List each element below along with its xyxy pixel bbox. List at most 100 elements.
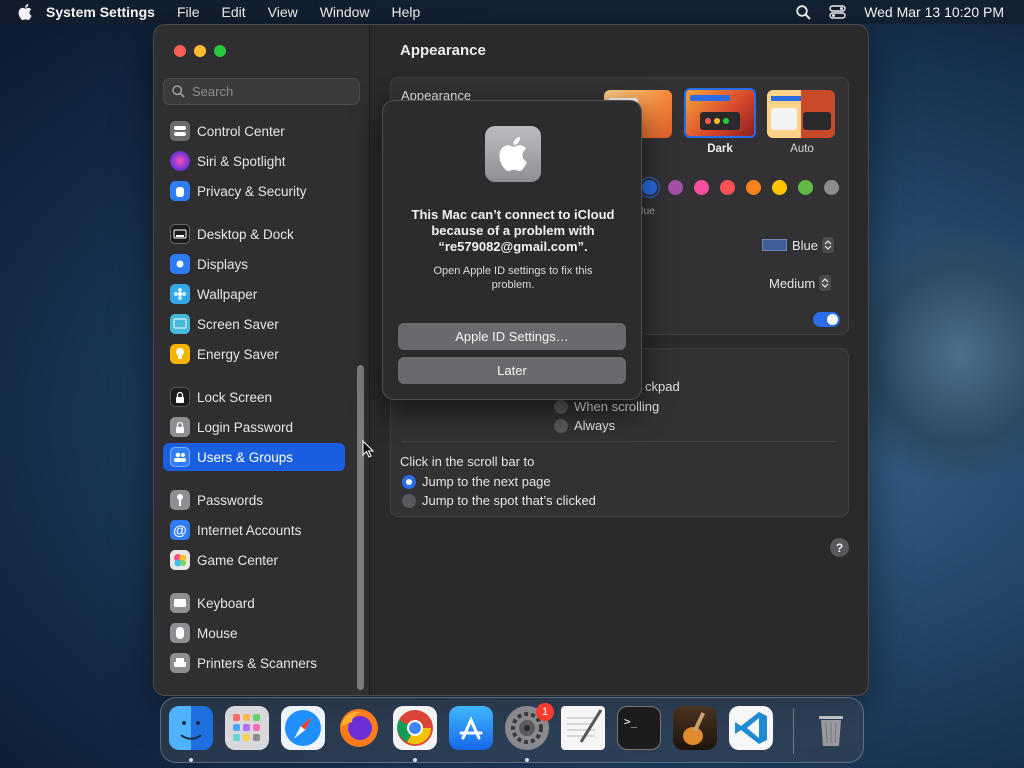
game-center-icon [170, 550, 190, 570]
window-controls [174, 45, 234, 57]
accent-red-swatch[interactable] [720, 180, 735, 195]
app-store-icon[interactable] [449, 706, 493, 750]
sidebar-item-screen-saver[interactable]: Screen Saver [163, 310, 345, 338]
sidebar-item-privacy-security[interactable]: Privacy & Security [163, 177, 345, 205]
radio-always[interactable]: Always [554, 418, 615, 433]
chrome-icon[interactable] [393, 706, 437, 750]
divider [401, 441, 836, 442]
sidebar-item-wallpaper[interactable]: Wallpaper [163, 280, 345, 308]
sidebar-item-passwords[interactable]: Passwords [163, 486, 345, 514]
radio-when-scrolling[interactable]: When scrolling [554, 399, 659, 414]
vscode-icon[interactable] [729, 706, 773, 750]
wallpaper-tinting-toggle[interactable] [813, 312, 840, 327]
radio-button[interactable] [402, 474, 416, 489]
accent-graphite-swatch[interactable] [824, 180, 839, 195]
running-indicator [525, 758, 529, 762]
sidebar-item-label: Passwords [197, 492, 264, 508]
search-icon [172, 85, 185, 98]
later-button[interactable]: Later [398, 357, 626, 384]
apple-menu-icon[interactable] [18, 4, 32, 20]
running-indicator [189, 758, 193, 762]
sidebar-item-printers-scanners[interactable]: Printers & Scanners [163, 649, 345, 677]
apple-id-settings-button[interactable]: Apple ID Settings… [398, 323, 626, 350]
sidebar-icon-size-select[interactable]: Medium [769, 275, 832, 291]
sidebar-item-mouse[interactable]: Mouse [163, 619, 345, 647]
menu-bar: System Settings File Edit View Window He… [0, 0, 1024, 24]
sidebar-item-label: Internet Accounts [197, 522, 302, 538]
sidebar-item-lock-screen[interactable]: Lock Screen [163, 383, 345, 411]
trash-icon[interactable] [809, 706, 853, 750]
menu-window[interactable]: Window [320, 4, 370, 20]
sidebar-search[interactable] [163, 78, 360, 105]
control-center-menu-icon[interactable] [829, 5, 846, 19]
textedit-icon[interactable] [561, 706, 605, 750]
sidebar-item-label: Displays [197, 256, 249, 272]
radio-jump-spot-clicked[interactable]: Jump to the spot that’s clicked [402, 493, 596, 508]
sidebar-item-label: Users & Groups [197, 449, 294, 465]
minimize-button[interactable] [194, 45, 206, 57]
menu-edit[interactable]: Edit [222, 4, 246, 20]
radio-button[interactable] [554, 418, 568, 433]
close-button[interactable] [174, 45, 186, 57]
sidebar-item-users-groups[interactable]: Users & Groups [163, 443, 345, 471]
launchpad-icon[interactable] [225, 706, 269, 750]
sidebar-item-label: Energy Saver [197, 346, 279, 362]
accent-orange-swatch[interactable] [746, 180, 761, 195]
appearance-auto-thumb[interactable] [767, 90, 835, 138]
sidebar-icon-size-value: Medium [769, 275, 816, 291]
dock-icon [170, 224, 190, 244]
appearance-auto-label: Auto [790, 143, 814, 155]
sidebar-item-internet-accounts[interactable]: @ Internet Accounts [163, 516, 345, 544]
highlight-color-value: Blue [792, 237, 819, 253]
radio-button[interactable] [554, 399, 568, 414]
sidebar-item-energy-saver[interactable]: Energy Saver [163, 340, 345, 368]
radio-label: Jump to the spot that’s clicked [422, 493, 596, 508]
key-icon [170, 490, 190, 510]
sidebar-item-game-center[interactable]: Game Center [163, 546, 345, 574]
control-center-icon [170, 121, 190, 141]
screen-saver-icon [170, 314, 190, 334]
flower-icon [170, 284, 190, 304]
sidebar-item-displays[interactable]: Displays [163, 250, 345, 278]
notification-badge: 1 [536, 703, 554, 721]
dialog-message: Open Apple ID settings to fix this probl… [433, 265, 593, 291]
accent-green-swatch[interactable] [798, 180, 813, 195]
icloud-alert-dialog: This Mac can’t connect to iCloud because… [382, 100, 642, 400]
firefox-icon[interactable] [337, 706, 381, 750]
menu-view[interactable]: View [268, 4, 298, 20]
sidebar-item-label: Keyboard [197, 595, 255, 611]
spotlight-search-icon[interactable] [796, 4, 811, 20]
sidebar-item-keyboard[interactable]: Keyboard [163, 589, 345, 617]
accent-blue-swatch[interactable] [642, 180, 657, 195]
garageband-icon[interactable] [673, 706, 717, 750]
radio-jump-next-page[interactable]: Jump to the next page [402, 474, 551, 489]
terminal-icon[interactable]: >_ [617, 706, 661, 750]
sidebar-item-desktop-dock[interactable]: Desktop & Dock [163, 220, 345, 248]
keyboard-icon [170, 593, 190, 613]
finder-icon[interactable] [169, 706, 213, 750]
accent-yellow-swatch[interactable] [772, 180, 787, 195]
page-title: Appearance [400, 42, 486, 59]
accent-purple-swatch[interactable] [668, 180, 683, 195]
sidebar-scrollbar[interactable] [357, 365, 364, 690]
menu-help[interactable]: Help [392, 4, 421, 20]
sidebar-item-login-password[interactable]: Login Password [163, 413, 345, 441]
accent-caption: lue [641, 205, 656, 217]
safari-icon[interactable] [281, 706, 325, 750]
search-input[interactable] [192, 84, 352, 99]
menu-file[interactable]: File [177, 4, 200, 20]
help-button[interactable]: ? [830, 538, 849, 557]
radio-button[interactable] [402, 493, 416, 508]
highlight-color-select[interactable]: Blue [762, 237, 835, 253]
menu-app-name[interactable]: System Settings [46, 4, 155, 20]
menu-clock[interactable]: Wed Mar 13 10:20 PM [864, 4, 1004, 20]
sidebar-item-control-center[interactable]: Control Center [163, 117, 345, 145]
sidebar-item-label: Lock Screen [197, 389, 273, 405]
zoom-button[interactable] [214, 45, 226, 57]
appearance-dark-thumb[interactable] [684, 88, 756, 138]
accent-pink-swatch[interactable] [694, 180, 709, 195]
hand-icon [170, 181, 190, 201]
appearance-dark-label: Dark [707, 143, 733, 155]
sidebar-item-siri-spotlight[interactable]: Siri & Spotlight [163, 147, 345, 175]
at-icon: @ [170, 520, 190, 540]
